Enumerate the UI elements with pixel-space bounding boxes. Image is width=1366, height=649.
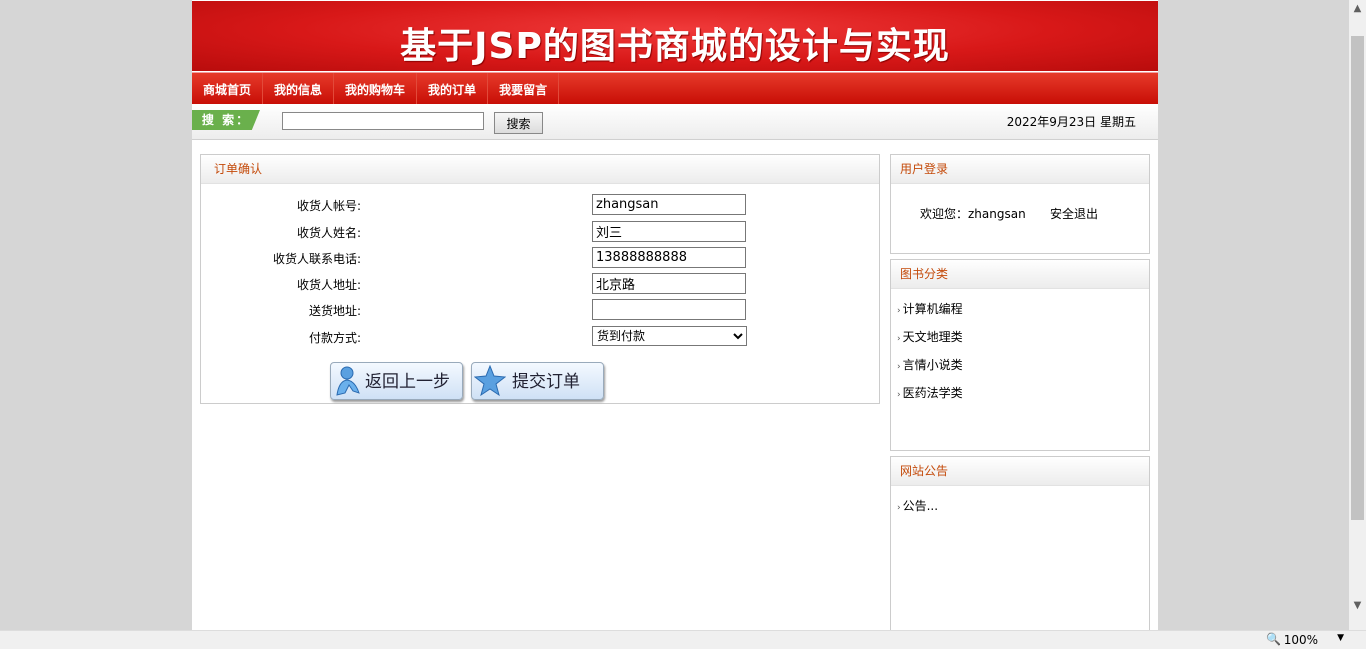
vertical-scrollbar[interactable]: ▲ ▼	[1349, 0, 1366, 630]
zoom-icon: 🔍	[1266, 632, 1281, 646]
logout-link[interactable]: 安全退出	[1050, 205, 1098, 222]
category-item[interactable]: › 言情小说类	[891, 351, 1149, 379]
form-row-payment: 付款方式: 货到付款	[201, 326, 881, 348]
scroll-thumb[interactable]	[1351, 36, 1364, 520]
name-input[interactable]	[592, 221, 746, 242]
category-panel: 图书分类 › 计算机编程 › 天文地理类 › 言情小说类 › 医药法学类	[890, 259, 1150, 451]
submit-order-label: 提交订单	[512, 372, 580, 392]
arrow-icon: ›	[897, 306, 901, 316]
search-input[interactable]	[282, 112, 484, 130]
address-input[interactable]	[592, 273, 746, 294]
category-panel-title: 图书分类	[891, 260, 1149, 289]
form-row-account: 收货人帐号:	[201, 194, 881, 216]
login-panel-title: 用户登录	[891, 155, 1149, 184]
submit-order-button[interactable]: 提交订单	[471, 362, 604, 400]
form-row-phone: 收货人联系电话:	[201, 247, 881, 269]
person-icon	[336, 366, 360, 396]
main-nav: 商城首页 我的信息 我的购物车 我的订单 我要留言	[192, 72, 1158, 104]
order-confirm-panel: 订单确认 收货人帐号: 收货人姓名: 收货人联系电话: 收货人地址: 送货地址:…	[200, 154, 880, 404]
payment-select[interactable]: 货到付款	[592, 326, 747, 346]
nav-my-orders[interactable]: 我的订单	[417, 73, 489, 104]
form-row-delivery: 送货地址:	[201, 299, 881, 321]
address-label: 收货人地址:	[296, 278, 361, 292]
phone-label: 收货人联系电话:	[272, 252, 361, 266]
notice-panel-title: 网站公告	[891, 457, 1149, 486]
form-row-name: 收货人姓名:	[201, 221, 881, 243]
site-title: 基于JSP的图书商城的设计与实现	[400, 26, 950, 67]
nav-leave-message[interactable]: 我要留言	[488, 73, 560, 104]
payment-label: 付款方式:	[308, 331, 361, 345]
scroll-down-icon[interactable]: ▼	[1349, 597, 1366, 614]
arrow-icon: ›	[897, 334, 901, 344]
scroll-up-icon[interactable]: ▲	[1349, 0, 1366, 17]
account-label: 收货人帐号:	[296, 199, 361, 213]
back-button-label: 返回上一步	[365, 372, 450, 392]
phone-input[interactable]	[592, 247, 746, 268]
order-panel-title: 订单确认	[201, 155, 879, 184]
zoom-level[interactable]: 100%	[1284, 633, 1318, 647]
account-input[interactable]	[592, 194, 746, 215]
arrow-icon: ›	[897, 362, 901, 372]
nav-my-info[interactable]: 我的信息	[263, 73, 335, 104]
status-bar: 🔍 100% ▼	[0, 630, 1366, 649]
nav-my-cart[interactable]: 我的购物车	[334, 73, 418, 104]
back-button[interactable]: 返回上一步	[330, 362, 463, 400]
site-banner: 基于JSP的图书商城的设计与实现	[192, 1, 1158, 71]
search-button[interactable]: 搜索	[494, 112, 543, 134]
chevron-down-icon[interactable]: ▼	[1337, 633, 1344, 643]
search-label: 搜 索：	[192, 110, 260, 130]
page: 基于JSP的图书商城的设计与实现 商城首页 我的信息 我的购物车 我的订单 我要…	[192, 0, 1158, 630]
nav-home[interactable]: 商城首页	[192, 73, 264, 104]
arrow-icon: ›	[897, 390, 901, 400]
search-bar: 搜 索： 搜索 2022年9月23日 星期五	[192, 104, 1158, 140]
notice-panel: 网站公告 › 公告...	[890, 456, 1150, 630]
name-label: 收货人姓名:	[296, 226, 361, 240]
category-item[interactable]: › 天文地理类	[891, 323, 1149, 351]
star-icon	[474, 365, 506, 397]
welcome-text: 欢迎您：zhangsan	[920, 207, 1026, 221]
login-panel: 用户登录 欢迎您：zhangsan 安全退出	[890, 154, 1150, 254]
category-item[interactable]: › 医药法学类	[891, 379, 1149, 407]
notice-item[interactable]: › 公告...	[891, 492, 1149, 520]
category-item[interactable]: › 计算机编程	[891, 295, 1149, 323]
delivery-address-label: 送货地址:	[308, 304, 361, 318]
form-row-address: 收货人地址:	[201, 273, 881, 295]
arrow-icon: ›	[897, 503, 901, 513]
delivery-address-input[interactable]	[592, 299, 746, 320]
current-date: 2022年9月23日 星期五	[1006, 115, 1136, 129]
